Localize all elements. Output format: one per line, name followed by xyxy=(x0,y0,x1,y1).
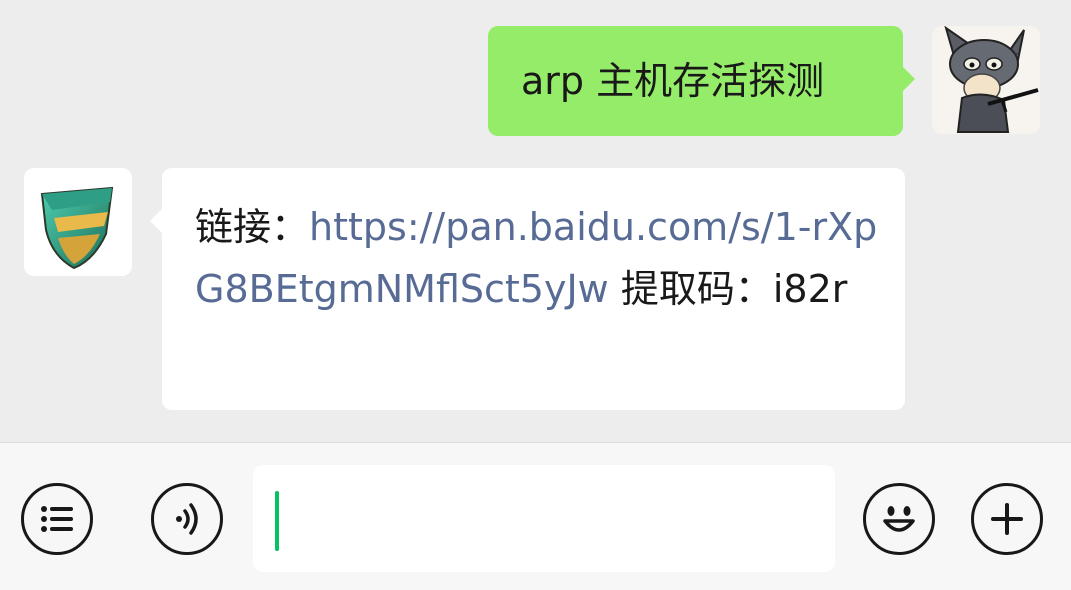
incoming-message-bubble[interactable]: 链接：https://pan.baidu.com/s/1-rXpG8BEtgmN… xyxy=(150,168,905,410)
text-caret xyxy=(275,491,279,551)
shield-logo-icon[interactable] xyxy=(24,168,132,276)
input-toolbar xyxy=(0,442,1071,590)
outgoing-message-text: arp 主机存活探测 xyxy=(521,59,825,103)
extract-code-text: 提取码：i82r xyxy=(608,267,848,311)
link-prefix-text: 链接： xyxy=(195,205,310,249)
emoji-icon[interactable] xyxy=(863,483,935,555)
plus-icon[interactable] xyxy=(971,483,1043,555)
outgoing-message-bubble[interactable]: arp 主机存活探测 xyxy=(488,26,915,136)
voice-icon[interactable] xyxy=(151,483,223,555)
cat-hood-avatar-icon[interactable]: ? xyxy=(932,26,1040,134)
chat-area[interactable]: ? arp 主机存活探测 链接：https://pan.baidu.com/s/… xyxy=(0,0,1071,442)
message-input[interactable] xyxy=(253,465,835,572)
svg-text:?: ? xyxy=(1014,52,1020,63)
list-menu-icon[interactable] xyxy=(21,483,93,555)
